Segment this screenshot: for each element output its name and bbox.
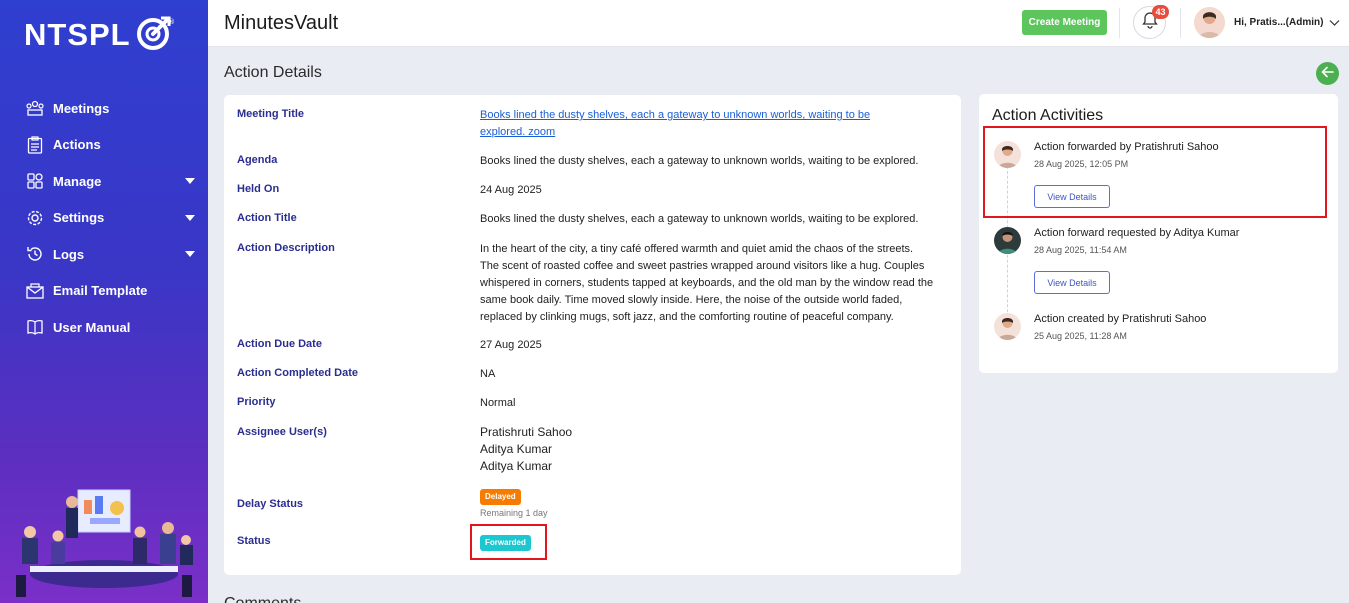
avatar [1194, 7, 1225, 38]
detail-label: Action Title [237, 212, 297, 224]
detail-label: Action Description [237, 242, 335, 254]
brand-logo[interactable]: NTSPL ® [24, 16, 175, 54]
comments-section-title: Comments [224, 595, 301, 603]
remaining-note: Remaining 1 day [480, 508, 548, 518]
detail-label: Assignee User(s) [237, 426, 327, 438]
sidebar-item-label: Logs [53, 246, 85, 262]
detail-value: Books lined the dusty shelves, each a ga… [480, 213, 919, 225]
description-line: The scent of roasted coffee and sweet pa… [480, 260, 925, 272]
sidebar-item-actions[interactable]: Actions [0, 127, 208, 164]
detail-label: Status [237, 535, 271, 547]
delayed-badge: Delayed [480, 489, 521, 505]
meeting-title-link[interactable]: Books lined the dusty shelves, each a ga… [480, 107, 940, 141]
divider [1180, 8, 1181, 38]
sidebar-item-label: Meetings [53, 100, 110, 116]
notification-button[interactable]: 43 [1133, 5, 1169, 39]
gear-icon [25, 208, 45, 228]
activity-highlight-box [983, 126, 1327, 218]
meeting-illustration [0, 480, 208, 603]
detail-label: Held On [237, 183, 280, 195]
meeting-title-link-line[interactable]: Books lined the dusty shelves, each a ga… [480, 107, 940, 124]
back-button[interactable] [1316, 62, 1339, 85]
sidebar-item-label: Settings [53, 210, 105, 226]
sidebar-item-user-manual[interactable]: User Manual [0, 309, 208, 346]
sidebar-item-label: Email Template [53, 283, 148, 299]
sidebar-item-meetings[interactable]: Meetings [0, 90, 208, 127]
status-highlight-box [470, 524, 547, 560]
sidebar-item-label: Actions [53, 137, 101, 153]
assignee-list: Pratishruti Sahoo Aditya Kumar Aditya Ku… [480, 424, 940, 475]
description-line: In the heart of the city, a tiny café of… [480, 243, 914, 255]
sidebar-nav: Meetings Actions Manage Settings Logs Em… [0, 90, 208, 346]
chevron-down-icon [185, 251, 195, 258]
status-value: Forwarded [480, 534, 940, 551]
description-line: whispered in corners, students tapped at… [480, 277, 934, 289]
detail-label: Action Due Date [237, 338, 322, 350]
activity-time: 28 Aug 2025, 11:54 AM [1034, 245, 1127, 255]
clipboard-icon [25, 135, 45, 155]
detail-value-description: In the heart of the city, a tiny café of… [480, 241, 940, 326]
assignee-name: Pratishruti Sahoo [480, 425, 573, 439]
notification-count-badge: 43 [1152, 5, 1169, 19]
user-greeting: Hi, Pratis...(Admin) [1234, 17, 1324, 28]
logo-mark-icon: ® [135, 14, 175, 57]
delay-status-value: Delayed Remaining 1 day [480, 488, 940, 519]
page-title: Action Details [224, 64, 322, 81]
meetings-icon [25, 98, 45, 118]
user-menu[interactable]: Hi, Pratis...(Admin) [1194, 6, 1340, 39]
sidebar-item-settings[interactable]: Settings [0, 200, 208, 237]
sidebar-item-label: Manage [53, 173, 102, 189]
avatar [994, 313, 1021, 340]
activities-title: Action Activities [992, 107, 1104, 124]
book-icon [25, 317, 45, 337]
view-details-button[interactable]: View Details [1034, 271, 1110, 294]
divider [1119, 8, 1120, 38]
envelope-icon [25, 281, 45, 301]
sidebar-item-email-template[interactable]: Email Template [0, 273, 208, 310]
detail-label: Agenda [237, 154, 278, 166]
create-meeting-button[interactable]: Create Meeting [1022, 10, 1107, 35]
chevron-down-icon [1329, 14, 1340, 32]
activity-time: 25 Aug 2025, 11:28 AM [1034, 331, 1127, 341]
registered-mark: ® [168, 18, 175, 26]
logo-text: NTSPL [24, 17, 131, 52]
history-icon [25, 244, 45, 264]
sidebar-item-label: User Manual [53, 319, 131, 335]
action-activities-card: Action Activities Action forwarded by Pr… [979, 94, 1338, 373]
activity-text: Action forward requested by Aditya Kumar [1034, 227, 1240, 239]
chevron-down-icon [185, 214, 195, 221]
detail-label: Delay Status [237, 498, 304, 510]
app-title: MinutesVault [224, 12, 339, 34]
detail-value: NA [480, 368, 496, 380]
chevron-down-icon [185, 178, 195, 185]
detail-value: Normal [480, 397, 516, 409]
assignee-name: Aditya Kumar [480, 459, 553, 473]
grid-icon [25, 171, 45, 191]
assignee-name: Aditya Kumar [480, 442, 553, 456]
action-details-card: Meeting Title Books lined the dusty shel… [224, 95, 961, 575]
detail-value: Books lined the dusty shelves, each a ga… [480, 155, 919, 167]
detail-label: Action Completed Date [237, 367, 359, 379]
arrow-left-icon [1321, 65, 1334, 83]
sidebar: NTSPL ® Meetings Actions Manage Settings… [0, 0, 208, 603]
detail-label: Priority [237, 396, 276, 408]
sidebar-item-manage[interactable]: Manage [0, 163, 208, 200]
description-line: replaced by clinking mugs, soft jazz, an… [480, 311, 894, 323]
activity-text: Action created by Pratishruti Sahoo [1034, 313, 1207, 325]
meeting-title-link-line[interactable]: explored. zoom [480, 124, 940, 141]
detail-value: 27 Aug 2025 [480, 339, 542, 351]
detail-label: Meeting Title [237, 108, 305, 120]
sidebar-item-logs[interactable]: Logs [0, 236, 208, 273]
top-bar: MinutesVault Create Meeting 43 Hi, Prati… [208, 0, 1349, 47]
detail-value: 24 Aug 2025 [480, 184, 542, 196]
description-line: same book daily. Time moved slowly insid… [480, 294, 903, 306]
avatar [994, 227, 1021, 254]
